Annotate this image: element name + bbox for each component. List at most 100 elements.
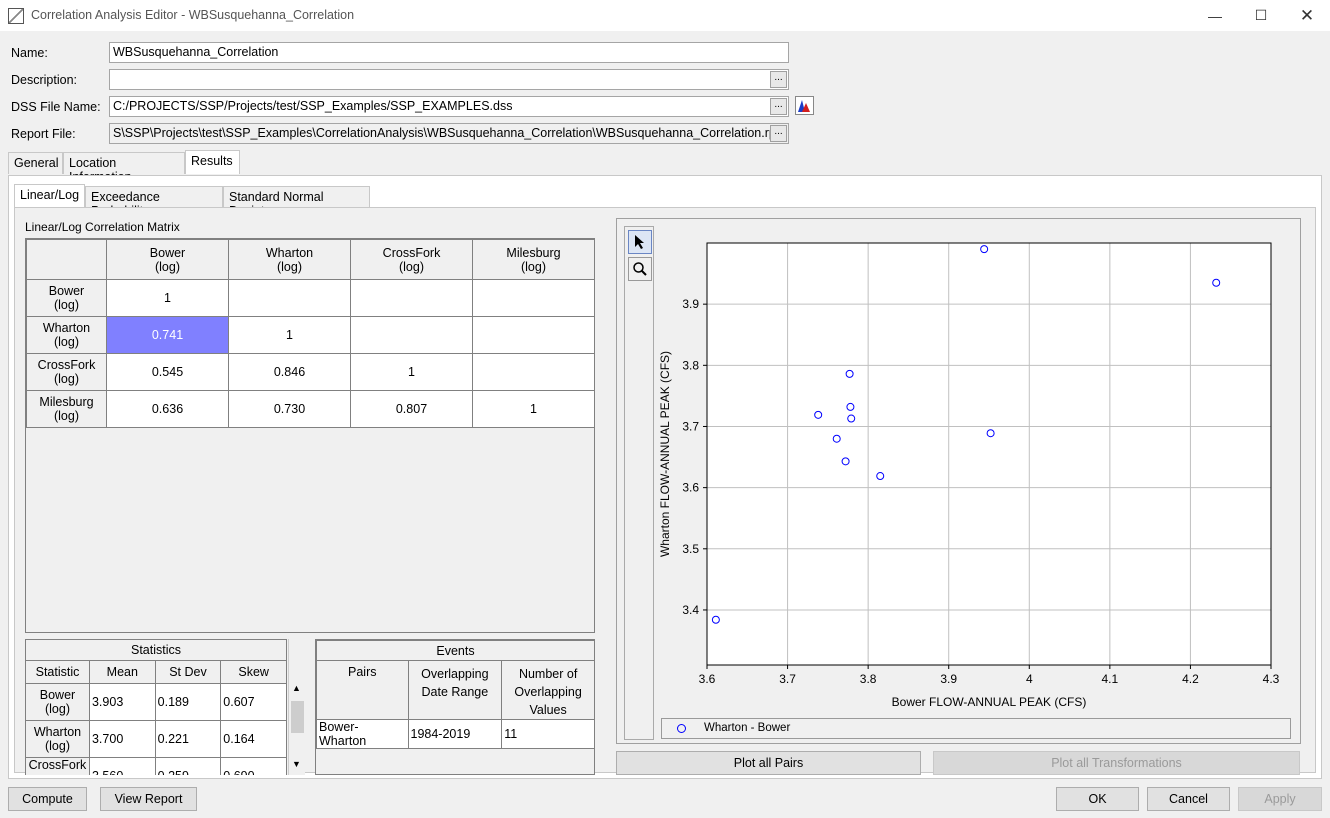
stat-row-sub: (log) [44,702,70,716]
dss-file-label: DSS File Name: [11,100,101,114]
matrix-cell[interactable]: 0.730 [228,390,351,428]
stat-row-name: Wharton [33,725,82,739]
tab-location-information[interactable]: Location Information [63,152,185,184]
matrix-cell[interactable] [350,279,473,317]
y-tick-label: 3.4 [682,603,699,617]
matrix-cell-selected[interactable]: 0.741 [106,316,229,354]
stat-row-name: CrossFork [28,758,87,772]
scroll-down-icon[interactable]: ▼ [292,759,301,769]
row-header-name: Milesburg [39,395,94,409]
matrix-cell[interactable] [350,316,473,354]
events-header: Number of Overlapping Values [501,660,595,720]
stat-header: St Dev [154,660,222,684]
col-header-sub: (log) [398,259,424,274]
matrix-cell[interactable] [228,279,351,317]
minimize-icon[interactable]: — [1192,0,1238,31]
plot-area [707,243,1271,665]
scroll-thumb[interactable] [291,701,304,733]
plot-all-transformations-button[interactable]: Plot all Transformations [933,751,1300,775]
tab-general[interactable]: General [8,152,63,174]
events-table: Events Pairs Overlapping Date Range Numb… [316,640,595,749]
events-container: Events Pairs Overlapping Date Range Numb… [315,639,595,775]
report-file-field[interactable]: S\SSP\Projects\test\SSP_Examples\Correla… [109,123,789,144]
stat-stdev[interactable]: 0.221 [154,720,222,758]
stat-header: Mean [88,660,156,684]
cancel-button[interactable]: Cancel [1147,787,1230,811]
matrix-cell[interactable]: 0.636 [106,390,229,428]
subtab-exceedance-probability[interactable]: Exceedance Probability [85,186,223,218]
events-title: Events [316,640,595,661]
subtab-linear-log[interactable]: Linear/Log [14,184,85,209]
x-tick-label: 4 [1026,672,1033,686]
correlation-matrix: Bower (log) Wharton (log) CrossFork (log) M… [26,239,595,428]
stat-header: Skew [220,660,287,684]
events-count[interactable]: 11 [501,719,595,749]
legend-label: Wharton - Bower [704,722,791,734]
matrix-cell[interactable]: 1 [228,316,351,354]
matrix-cell[interactable]: 0.846 [228,353,351,391]
name-label: Name: [11,46,48,60]
x-tick-label: 3.6 [699,672,716,686]
events-range[interactable]: 1984-2019 [407,719,503,749]
report-browse-button[interactable]: ... [770,125,787,142]
stat-skew[interactable]: 0.164 [220,720,287,758]
pointer-tool-icon[interactable] [628,230,652,254]
statistics-scrollbar[interactable]: ▲ ▼ [288,639,305,775]
plot-all-pairs-button[interactable]: Plot all Pairs [616,751,921,775]
y-tick-label: 3.9 [682,297,699,311]
stat-skew[interactable]: 0.690 [220,757,287,775]
statistics-table: Statistics Statistic Mean St Dev Skew Bo… [25,639,287,775]
events-pair[interactable]: Bower-Wharton [316,719,409,749]
matrix-container: Bower (log) Wharton (log) CrossFork (log) M… [25,238,595,633]
dss-plot-icon[interactable] [795,96,814,115]
stat-mean[interactable]: 3.560 [88,757,156,775]
matrix-col-header: Bower (log) [106,239,229,280]
stat-skew[interactable]: 0.607 [220,683,287,721]
row-header-name: Wharton [42,321,91,335]
matrix-cell[interactable]: 0.807 [350,390,473,428]
description-browse-button[interactable]: ... [770,71,787,88]
description-label: Description: [11,73,77,87]
scatter-plot[interactable]: 3.6 3.7 3.8 3.9 4 4.1 4.2 4.3 3.4 3.5 3.6 3.7 3.8 3.9… [654,226,1294,716]
description-field[interactable] [109,69,789,90]
scroll-up-icon[interactable]: ▲ [292,683,301,693]
stat-mean[interactable]: 3.903 [88,683,156,721]
matrix-corner [26,239,107,280]
view-report-button[interactable]: View Report [100,787,197,811]
stat-mean[interactable]: 3.700 [88,720,156,758]
y-tick-label: 3.5 [682,542,699,556]
compute-button[interactable]: Compute [8,787,87,811]
matrix-cell[interactable] [472,316,595,354]
ok-button[interactable]: OK [1056,787,1139,811]
subtab-standard-normal-deviate[interactable]: Standard Normal Deviate [223,186,370,218]
stat-stdev[interactable]: 0.259 [154,757,222,775]
matrix-cell[interactable]: 1 [106,279,229,317]
name-field[interactable]: WBSusquehanna_Correlation [109,42,789,63]
row-header-sub: (log) [53,409,79,423]
matrix-col-header: CrossFork (log) [350,239,473,280]
col-header-sub: (log) [276,259,302,274]
dss-file-field[interactable]: C:/PROJECTS/SSP/Projects/test/SSP_Exampl… [109,96,789,117]
title-bar: Correlation Analysis Editor - WBSusqueha… [0,0,1330,31]
tab-results[interactable]: Results [185,150,240,174]
matrix-cell[interactable] [472,279,595,317]
matrix-cell[interactable]: 0.545 [106,353,229,391]
col-header-sub: (log) [154,259,180,274]
dss-browse-button[interactable]: ... [770,98,787,115]
y-tick-label: 3.6 [682,481,699,495]
close-icon[interactable]: ✕ [1284,0,1330,31]
y-axis-label: Wharton FLOW-ANNUAL PEAK (CFS) [658,351,672,557]
zoom-tool-icon[interactable] [628,257,652,281]
maximize-icon[interactable]: ☐ [1238,0,1284,31]
apply-button[interactable]: Apply [1238,787,1322,811]
matrix-col-header: Wharton (log) [228,239,351,280]
report-file-label: Report File: [11,127,76,141]
matrix-row-header: Milesburg (log) [26,390,107,428]
stat-row-name: Bower [39,688,76,702]
x-tick-label: 3.9 [940,672,957,686]
window-title: Correlation Analysis Editor - WBSusqueha… [31,8,355,22]
matrix-cell[interactable]: 1 [350,353,473,391]
matrix-cell[interactable] [472,353,595,391]
stat-stdev[interactable]: 0.189 [154,683,222,721]
matrix-cell[interactable]: 1 [472,390,595,428]
